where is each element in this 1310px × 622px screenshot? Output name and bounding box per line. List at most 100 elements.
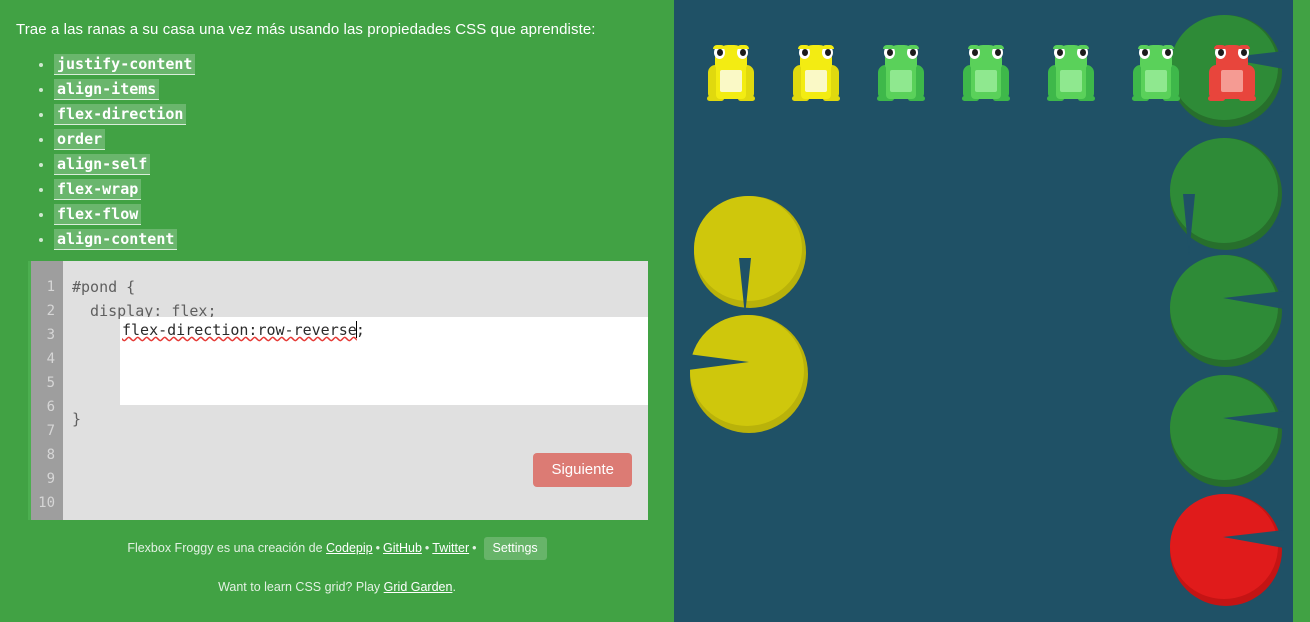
frog-belly bbox=[805, 70, 827, 92]
footer: Flexbox Froggy es una creación de Codepi… bbox=[0, 533, 674, 595]
lilypad-yellow-2 bbox=[688, 315, 808, 433]
frog-brow-right bbox=[1077, 45, 1089, 49]
settings-button[interactable]: Settings bbox=[483, 536, 547, 561]
code-line-closing-brace: } bbox=[72, 410, 82, 428]
frog-5 bbox=[1047, 45, 1095, 101]
footer-grid-suffix: . bbox=[452, 580, 456, 594]
frog-pupil-left bbox=[801, 49, 808, 56]
pond bbox=[674, 0, 1293, 622]
frog-belly bbox=[890, 70, 912, 92]
frog-7 bbox=[1208, 45, 1256, 101]
footer-credit-prefix: Flexbox Froggy es una creación de bbox=[127, 541, 327, 555]
frog-belly bbox=[1060, 70, 1082, 92]
css-input-text[interactable]: flex-direction:row-reverse; bbox=[122, 318, 365, 342]
frog-pupil-right bbox=[824, 49, 831, 56]
list-item: align-content bbox=[54, 229, 674, 250]
property-tag-align-content: align-content bbox=[54, 229, 178, 250]
line-number: 4 bbox=[46, 351, 55, 367]
lilypad-notch bbox=[738, 257, 751, 316]
list-item: flex-direction bbox=[54, 104, 674, 125]
instruction-text: Trae a las ranas a su casa una vez más u… bbox=[16, 21, 596, 38]
footer-separator: • bbox=[375, 541, 380, 555]
frog-brow-right bbox=[822, 45, 834, 49]
footer-separator: • bbox=[424, 541, 430, 555]
instructions-panel: Trae a las ranas a su casa una vez más u… bbox=[0, 0, 674, 622]
frog-pupil-left bbox=[1217, 49, 1224, 56]
code-editor[interactable]: 1 2 3 4 5 6 7 8 9 10 #pond { display: fl… bbox=[28, 261, 648, 520]
line-number: 10 bbox=[38, 495, 55, 511]
frog-pupil-left bbox=[1056, 49, 1063, 56]
flexbox-froggy-app: Trae a las ranas a su casa una vez más u… bbox=[0, 0, 1310, 622]
frog-brow-right bbox=[907, 45, 919, 49]
line-number-gutter: 1 2 3 4 5 6 7 8 9 10 bbox=[31, 261, 63, 520]
lilypad-notch bbox=[1223, 529, 1284, 548]
frog-pupil-right bbox=[1240, 49, 1247, 56]
frog-brow-left bbox=[883, 45, 895, 49]
frog-pupil-right bbox=[739, 49, 746, 56]
frog-pupil-right bbox=[909, 49, 916, 56]
frog-pupil-right bbox=[1164, 49, 1171, 56]
property-tag-flex-flow: flex-flow bbox=[54, 204, 142, 225]
property-tag-align-self: align-self bbox=[54, 154, 151, 175]
frog-brow-right bbox=[1162, 45, 1174, 49]
property-tag-order: order bbox=[54, 129, 106, 150]
property-tag-flex-wrap: flex-wrap bbox=[54, 179, 142, 200]
frog-brow-left bbox=[1138, 45, 1150, 49]
property-tag-flex-direction: flex-direction bbox=[54, 104, 187, 125]
link-twitter[interactable]: Twitter bbox=[432, 541, 469, 555]
frog-2 bbox=[792, 45, 840, 101]
frog-brow-left bbox=[968, 45, 980, 49]
frog-belly bbox=[720, 70, 742, 92]
line-number: 7 bbox=[46, 423, 55, 439]
list-item: order bbox=[54, 129, 674, 150]
frog-pupil-right bbox=[1079, 49, 1086, 56]
frog-belly bbox=[1145, 70, 1167, 92]
frog-pupil-left bbox=[1141, 49, 1148, 56]
lilypad-red-1 bbox=[1170, 494, 1284, 606]
lilypad-yellow-1 bbox=[694, 196, 806, 316]
frog-1 bbox=[707, 45, 755, 101]
line-number: 2 bbox=[46, 303, 55, 319]
frog-pupil-left bbox=[886, 49, 893, 56]
next-button[interactable]: Siguiente bbox=[533, 453, 632, 487]
line-number: 1 bbox=[46, 279, 55, 295]
property-tag-align-items: align-items bbox=[54, 79, 160, 100]
frog-brow-left bbox=[798, 45, 810, 49]
property-tag-justify-content: justify-content bbox=[54, 54, 196, 75]
code-line-selector: #pond { bbox=[72, 278, 136, 296]
frog-belly bbox=[975, 70, 997, 92]
css-input-field[interactable]: flex-direction:row-reverse; bbox=[120, 317, 648, 405]
lilypad-notch bbox=[1183, 194, 1196, 255]
line-number: 5 bbox=[46, 375, 55, 391]
footer-credit-line: Flexbox Froggy es una creación de Codepi… bbox=[0, 533, 674, 563]
lilypad-notch bbox=[1223, 410, 1284, 429]
frog-belly bbox=[1221, 70, 1243, 92]
lilypad-green-2 bbox=[1170, 138, 1282, 255]
list-item: justify-content bbox=[54, 54, 674, 75]
link-github[interactable]: GitHub bbox=[383, 541, 422, 555]
frog-brow-right bbox=[737, 45, 749, 49]
line-number: 9 bbox=[46, 471, 55, 487]
frog-brow-right bbox=[1238, 45, 1250, 49]
lilypad-notch bbox=[688, 353, 749, 370]
line-number: 8 bbox=[46, 447, 55, 463]
list-item: align-items bbox=[54, 79, 674, 100]
lilypad-notch bbox=[1223, 290, 1284, 309]
footer-separator: • bbox=[472, 541, 477, 555]
frog-brow-left bbox=[1214, 45, 1226, 49]
lilypad-green-3 bbox=[1170, 255, 1284, 367]
frog-pupil-left bbox=[971, 49, 978, 56]
lilypad-surface bbox=[690, 315, 804, 426]
link-grid-garden[interactable]: Grid Garden bbox=[384, 580, 453, 594]
list-item: align-self bbox=[54, 154, 674, 175]
code-area: #pond { display: flex; flex-direction:ro… bbox=[63, 261, 648, 520]
frog-pupil-left bbox=[716, 49, 723, 56]
link-codepip[interactable]: Codepip bbox=[326, 541, 373, 555]
line-number: 3 bbox=[46, 327, 55, 343]
frog-pupil-right bbox=[994, 49, 1001, 56]
line-number: 6 bbox=[46, 399, 55, 415]
footer-grid-line: Want to learn CSS grid? Play Grid Garden… bbox=[0, 579, 674, 595]
css-input-value[interactable]: flex-direction:row-reverse bbox=[122, 321, 357, 339]
css-input-semicolon: ; bbox=[355, 321, 365, 339]
frog-3 bbox=[877, 45, 925, 101]
